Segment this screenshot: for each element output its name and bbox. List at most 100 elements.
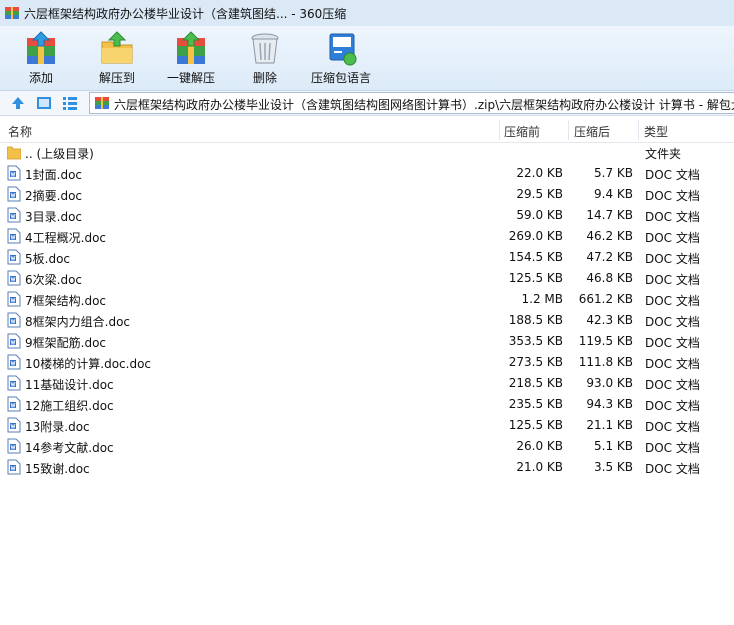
file-type: DOC 文档 xyxy=(645,420,700,434)
file-original-size: 1.2 MB xyxy=(521,292,563,306)
file-compressed-size: 9.4 KB xyxy=(594,187,633,201)
file-name: 11基础设计.doc xyxy=(25,378,114,392)
column-type[interactable]: 类型 xyxy=(644,123,668,140)
column-name[interactable]: 名称 xyxy=(8,123,32,140)
file-type: DOC 文档 xyxy=(645,378,700,392)
file-name: 2摘要.doc xyxy=(25,189,83,203)
file-row[interactable]: 1封面.doc 22.0 KB 5.7 KB DOC 文档 xyxy=(0,163,734,184)
doc-file-icon xyxy=(7,207,21,223)
file-name: 13附录.doc xyxy=(25,420,90,434)
doc-file-icon xyxy=(7,417,21,433)
language-pack-button[interactable]: 压缩包语言 xyxy=(306,30,376,86)
file-compressed-size: 47.2 KB xyxy=(586,250,633,264)
file-row[interactable]: 14参考文献.doc 26.0 KB 5.1 KB DOC 文档 xyxy=(0,436,734,457)
code-page-icon xyxy=(329,33,357,66)
file-original-size: 125.5 KB xyxy=(508,418,563,432)
column-header: 名称 压缩前 压缩后 类型 xyxy=(0,118,734,143)
file-type: DOC 文档 xyxy=(645,231,700,245)
archive-app-icon xyxy=(5,7,19,19)
file-name: 8框架内力组合.doc xyxy=(25,315,131,329)
file-row[interactable]: 5板.doc 154.5 KB 47.2 KB DOC 文档 xyxy=(0,247,734,268)
file-row[interactable]: 7框架结构.doc 1.2 MB 661.2 KB DOC 文档 xyxy=(0,289,734,310)
delete-button[interactable]: 删除 xyxy=(240,30,290,86)
file-row[interactable]: 13附录.doc 125.5 KB 21.1 KB DOC 文档 xyxy=(0,415,734,436)
file-row[interactable]: 12施工组织.doc 235.5 KB 94.3 KB DOC 文档 xyxy=(0,394,734,415)
doc-file-icon xyxy=(7,228,21,244)
file-original-size: 269.0 KB xyxy=(508,229,563,243)
file-name: 14参考文献.doc xyxy=(25,441,114,455)
file-row[interactable]: 3目录.doc 59.0 KB 14.7 KB DOC 文档 xyxy=(0,205,734,226)
doc-file-icon xyxy=(7,312,21,328)
file-compressed-size: 46.2 KB xyxy=(586,229,633,243)
extract-to-button[interactable]: 解压到 xyxy=(90,30,144,86)
column-original-size[interactable]: 压缩前 xyxy=(504,123,540,140)
file-name: 5板.doc xyxy=(25,252,71,266)
add-button[interactable]: 添加 xyxy=(14,30,68,86)
folder-extract-icon xyxy=(101,31,133,64)
file-name: 4工程概况.doc xyxy=(25,231,107,245)
file-row[interactable]: 6次梁.doc 125.5 KB 46.8 KB DOC 文档 xyxy=(0,268,734,289)
file-row[interactable]: 8框架内力组合.doc 188.5 KB 42.3 KB DOC 文档 xyxy=(0,310,734,331)
archive-add-icon xyxy=(27,31,55,64)
parent-directory-name: .. (上级目录) xyxy=(25,147,94,161)
doc-file-icon xyxy=(7,438,21,454)
one-click-extract-label: 一键解压 xyxy=(166,71,215,85)
file-type: DOC 文档 xyxy=(645,336,700,350)
file-type: DOC 文档 xyxy=(645,315,700,329)
file-original-size: 59.0 KB xyxy=(516,208,563,222)
file-row[interactable]: 4工程概况.doc 269.0 KB 46.2 KB DOC 文档 xyxy=(0,226,734,247)
file-original-size: 29.5 KB xyxy=(516,187,563,201)
file-type: DOC 文档 xyxy=(645,189,700,203)
column-divider[interactable] xyxy=(499,120,500,140)
file-original-size: 22.0 KB xyxy=(516,166,563,180)
file-compressed-size: 5.1 KB xyxy=(594,439,633,453)
file-original-size: 353.5 KB xyxy=(508,334,563,348)
file-row[interactable]: 11基础设计.doc 218.5 KB 93.0 KB DOC 文档 xyxy=(0,373,734,394)
file-name: 9框架配筋.doc xyxy=(25,336,107,350)
file-row[interactable]: 10楼梯的计算.doc.doc 273.5 KB 111.8 KB DOC 文档 xyxy=(0,352,734,373)
file-compressed-size: 42.3 KB xyxy=(586,313,633,327)
file-original-size: 125.5 KB xyxy=(508,271,563,285)
file-compressed-size: 14.7 KB xyxy=(586,208,633,222)
file-name: 6次梁.doc xyxy=(25,273,83,287)
column-divider[interactable] xyxy=(568,120,569,140)
file-compressed-size: 3.5 KB xyxy=(594,460,633,474)
trash-bin-icon xyxy=(251,33,279,64)
file-compressed-size: 111.8 KB xyxy=(578,355,633,369)
file-type: DOC 文档 xyxy=(645,273,700,287)
file-original-size: 188.5 KB xyxy=(508,313,563,327)
list-view-icon[interactable] xyxy=(62,95,78,111)
file-name: 15致谢.doc xyxy=(25,462,90,476)
column-compressed-size[interactable]: 压缩后 xyxy=(574,123,610,140)
file-type: DOC 文档 xyxy=(645,399,700,413)
title-bar: 六层框架结构政府办公楼毕业设计（含建筑图结... - 360压缩 xyxy=(0,0,734,26)
add-label: 添加 xyxy=(28,71,53,85)
doc-file-icon xyxy=(7,186,21,202)
doc-file-icon xyxy=(7,396,21,412)
doc-file-icon xyxy=(7,375,21,391)
doc-file-icon xyxy=(7,270,21,286)
file-name: 3目录.doc xyxy=(25,210,83,224)
file-row[interactable]: 9框架配筋.doc 353.5 KB 119.5 KB DOC 文档 xyxy=(0,331,734,352)
address-field[interactable]: 六层框架结构政府办公楼毕业设计（含建筑图结构图网络图计算书）.zip\六层框架结… xyxy=(89,92,734,114)
file-row[interactable]: 2摘要.doc 29.5 KB 9.4 KB DOC 文档 xyxy=(0,184,734,205)
file-original-size: 218.5 KB xyxy=(508,376,563,390)
one-click-extract-button[interactable]: 一键解压 xyxy=(162,30,220,86)
file-name: 10楼梯的计算.doc.doc xyxy=(25,357,152,371)
file-original-size: 21.0 KB xyxy=(516,460,563,474)
file-compressed-size: 661.2 KB xyxy=(578,292,633,306)
doc-file-icon xyxy=(7,165,21,181)
file-original-size: 26.0 KB xyxy=(516,439,563,453)
up-arrow-icon[interactable] xyxy=(10,95,26,111)
file-type: DOC 文档 xyxy=(645,462,700,476)
file-original-size: 235.5 KB xyxy=(508,397,563,411)
window-title: 六层框架结构政府办公楼毕业设计（含建筑图结... - 360压缩 xyxy=(24,7,347,21)
file-row[interactable]: 15致谢.doc 21.0 KB 3.5 KB DOC 文档 xyxy=(0,457,734,478)
column-divider[interactable] xyxy=(638,120,639,140)
file-name: 7框架结构.doc xyxy=(25,294,107,308)
view-icon[interactable] xyxy=(36,95,52,111)
file-type: DOC 文档 xyxy=(645,210,700,224)
file-type: DOC 文档 xyxy=(645,357,700,371)
parent-directory-row[interactable]: .. (上级目录) 文件夹 xyxy=(0,142,734,163)
file-type: DOC 文档 xyxy=(645,252,700,266)
